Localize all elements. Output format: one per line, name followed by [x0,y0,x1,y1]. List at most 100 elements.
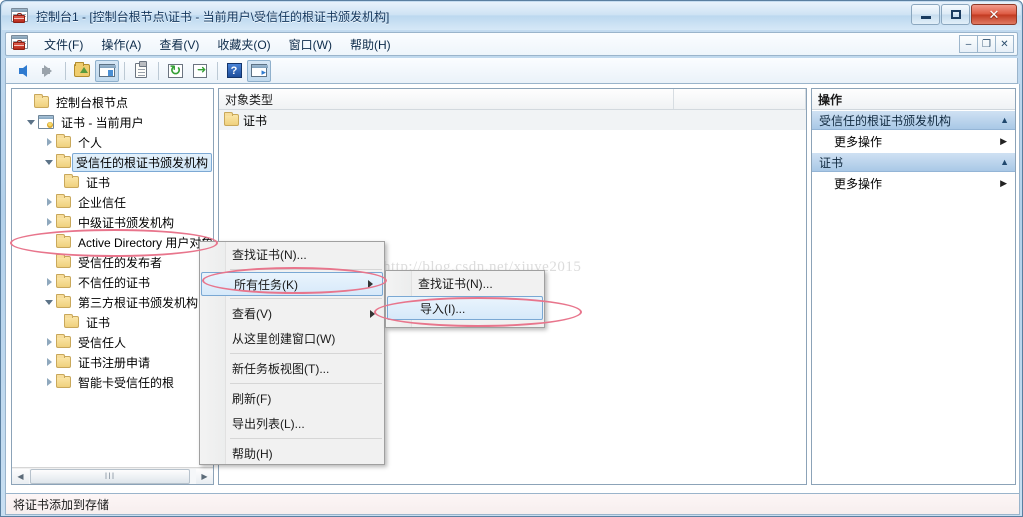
expander-icon[interactable] [42,135,56,149]
expander-icon[interactable] [42,355,56,369]
context-menu-item-find-certificates[interactable]: 查找证书(N)... [200,242,384,267]
back-arrow-icon[interactable] [11,60,35,82]
tree-item-certificates-current-user[interactable]: 证书 - 当前用户 [12,112,213,132]
folder-icon [56,214,71,228]
minimize-button[interactable] [911,4,940,25]
list-column-headers: 对象类型 [219,89,806,110]
folder-icon [56,134,71,148]
scroll-right-arrow-icon[interactable]: ▶ [196,468,213,484]
mdi-minimize-button[interactable]: – [959,35,978,53]
expander-icon[interactable] [42,335,56,349]
folder-icon [56,154,71,168]
tree-item-smart-card-trusted-roots[interactable]: 智能卡受信任的根 [12,372,213,392]
folder-icon [56,354,71,368]
context-menu-item-export-list[interactable]: 导出列表(L)... [200,411,384,436]
scroll-left-arrow-icon[interactable]: ◀ [12,468,29,484]
chevron-up-icon[interactable]: ▲ [1000,157,1009,167]
tree-item-label: 第三方根证书颁发机构 [78,295,199,310]
folder-icon [56,294,71,308]
menu-bar: 文件(F) 操作(A) 查看(V) 收藏夹(O) 窗口(W) 帮助(H) – ❐… [5,32,1018,56]
tree-item-trusted-people[interactable]: 受信任人 [12,332,213,352]
actions-pane: 操作 受信任的根证书颁发机构 ▲ 更多操作 ▶ 证书 ▲ 更多操作 ▶ [811,88,1016,485]
menu-favorites[interactable]: 收藏夹(O) [208,33,279,56]
toolbar: ? [5,58,1018,84]
submenu-item-label: 导入(I)... [420,301,466,316]
maximize-button[interactable] [941,4,970,25]
context-menu-item-new-window-from-here[interactable]: 从这里创建窗口(W) [200,326,384,351]
refresh-icon[interactable] [163,60,187,82]
tree-item-trusted-root-ca-certificates[interactable]: 证书 [12,172,213,192]
expander-icon[interactable] [24,115,38,129]
context-menu-item-view[interactable]: 查看(V) [200,301,384,326]
action-item-label: 更多操作 [834,176,883,191]
tree-scroll-area: 控制台根节点 证书 - 当前用户 个人 受信任的根证书颁发机构 证书 企业信任 … [12,89,213,467]
toolbar-separator [124,61,125,80]
mdi-child-controls: – ❐ ✕ [959,35,1014,53]
tree-item-intermediate-ca[interactable]: 中级证书颁发机构 [12,212,213,232]
mmc-console-icon [11,8,29,24]
tree-horizontal-scrollbar[interactable]: ◀ III ▶ [12,467,213,484]
list-item-label: 证书 [243,113,268,128]
expander-icon[interactable] [42,155,56,169]
expander-icon[interactable] [42,195,56,209]
help-icon[interactable]: ? [222,60,246,82]
menu-window[interactable]: 窗口(W) [280,33,341,56]
tree-item-third-party-root-ca[interactable]: 第三方根证书颁发机构 [12,292,213,312]
close-button[interactable]: ✕ [971,4,1017,25]
chevron-up-icon[interactable]: ▲ [1000,115,1009,125]
forward-arrow-icon[interactable] [36,60,60,82]
menu-help[interactable]: 帮助(H) [341,33,400,56]
up-one-level-folder-icon[interactable] [70,60,94,82]
mmc-console-icon-small [11,34,29,54]
show-hide-console-tree-icon[interactable] [95,59,119,82]
mmc-console-window: 控制台1 - [控制台根节点\证书 - 当前用户\受信任的根证书颁发机构] ✕ … [0,0,1023,517]
menu-file[interactable]: 文件(F) [35,33,92,56]
tree-item-label: 证书注册申请 [78,355,151,370]
submenu-item-find-certificates[interactable]: 查找证书(N)... [386,271,544,296]
tree-item-label: 不信任的证书 [78,275,151,290]
tree-item-untrusted-certificates[interactable]: 不信任的证书 [12,272,213,292]
export-list-icon[interactable] [188,60,212,82]
submenu-item-import[interactable]: 导入(I)... [387,296,543,320]
tree-item-enterprise-trust[interactable]: 企业信任 [12,192,213,212]
action-group-certificates[interactable]: 证书 ▲ [812,152,1015,172]
context-menu-item-new-taskpad-view[interactable]: 新任务板视图(T)... [200,356,384,381]
show-action-pane-icon[interactable] [247,59,271,82]
context-menu: 查找证书(N)... 所有任务(K) 查看(V) 从这里创建窗口(W) 新任务板… [199,241,385,465]
list-item-certificates[interactable]: 证书 [219,110,806,130]
tree-item-trusted-root-ca[interactable]: 受信任的根证书颁发机构 [12,152,213,172]
properties-clipboard-icon[interactable] [129,60,153,82]
tree-item-console-root[interactable]: 控制台根节点 [12,92,213,112]
mdi-close-button[interactable]: ✕ [995,35,1014,53]
tree-item-third-party-root-ca-certificates[interactable]: 证书 [12,312,213,332]
menu-view[interactable]: 查看(V) [150,33,208,56]
expander-icon[interactable] [42,215,56,229]
tree-item-label: 企业信任 [78,195,127,210]
mdi-restore-button[interactable]: ❐ [977,35,996,53]
status-bar: 将证书添加到存储 [5,494,1020,515]
tree-item-trusted-publishers[interactable]: 受信任的发布者 [12,252,213,272]
action-group-trusted-root-ca[interactable]: 受信任的根证书颁发机构 ▲ [812,110,1015,130]
tree-item-personal[interactable]: 个人 [12,132,213,152]
folder-icon [56,194,71,208]
action-item-more-actions[interactable]: 更多操作 ▶ [812,172,1015,194]
column-header-object-type[interactable]: 对象类型 [219,89,674,109]
expander-icon[interactable] [42,375,56,389]
scrollbar-thumb[interactable]: III [30,468,190,484]
context-menu-item-help[interactable]: 帮助(H) [200,441,384,466]
tree-item-label: 控制台根节点 [56,95,129,110]
tree-item-label: 受信任的发布者 [78,255,163,270]
menu-action[interactable]: 操作(A) [92,33,150,56]
scrollbar-track[interactable]: III [29,468,196,484]
toolbar-separator [158,61,159,80]
expander-icon[interactable] [42,295,56,309]
action-item-more-actions[interactable]: 更多操作 ▶ [812,130,1015,152]
folder-icon [224,112,239,126]
content-area: 控制台根节点 证书 - 当前用户 个人 受信任的根证书颁发机构 证书 企业信任 … [5,84,1020,494]
tree-item-certificate-enrollment-requests[interactable]: 证书注册申请 [12,352,213,372]
context-menu-item-refresh[interactable]: 刷新(F) [200,386,384,411]
context-menu-separator [230,269,382,270]
context-menu-item-all-tasks[interactable]: 所有任务(K) [201,272,383,296]
tree-item-active-directory-user-object[interactable]: Active Directory 用户对象 [12,232,213,252]
expander-icon[interactable] [42,275,56,289]
